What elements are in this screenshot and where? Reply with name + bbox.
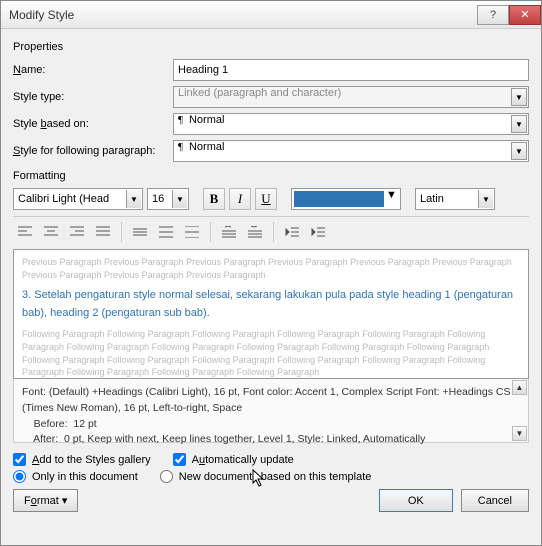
format-button[interactable]: Format ▾ [13, 489, 78, 512]
chevron-down-icon[interactable]: ▼ [126, 190, 141, 208]
indent-dec-icon[interactable] [280, 221, 304, 243]
font-size-combo[interactable]: ▼ [147, 188, 189, 210]
new-template-radio[interactable] [160, 470, 173, 483]
preview-previous-text: Previous Paragraph Previous Paragraph Pr… [22, 256, 520, 281]
name-label: Name: [13, 64, 173, 76]
align-right-icon[interactable] [65, 221, 89, 243]
only-document-radio[interactable] [13, 470, 26, 483]
name-input[interactable] [173, 59, 529, 81]
following-label: Style for following paragraph: [13, 145, 173, 157]
ok-button[interactable]: OK [379, 489, 453, 512]
chevron-down-icon[interactable]: ▼ [511, 115, 527, 133]
titlebar[interactable]: Modify Style ? ✕ [1, 1, 541, 29]
window-title: Modify Style [9, 8, 477, 22]
align-justify-icon[interactable] [91, 221, 115, 243]
script-combo[interactable]: ▼ [415, 188, 495, 210]
preview-sample-text: 3. Setelah pengaturan style normal seles… [22, 287, 520, 322]
spacing-15-icon[interactable] [154, 221, 178, 243]
add-gallery-label[interactable]: Add to the Styles gallery [32, 454, 151, 466]
font-name-combo[interactable]: ▼ [13, 188, 143, 210]
auto-update-label[interactable]: Automatically update [192, 454, 294, 466]
bold-button[interactable]: B [203, 188, 225, 210]
based-on-label: Style based on: [13, 118, 173, 130]
add-gallery-checkbox[interactable] [13, 453, 26, 466]
align-center-icon[interactable] [39, 221, 63, 243]
formatting-label: Formatting [13, 170, 529, 182]
preview-following-text: Following Paragraph Following Paragraph … [22, 328, 520, 378]
spacing-2-icon[interactable] [180, 221, 204, 243]
chevron-down-icon: ▼ [511, 88, 527, 106]
style-type-select: Linked (paragraph and character) [173, 86, 529, 108]
spacing-1-icon[interactable] [128, 221, 152, 243]
style-type-label: Style type: [13, 91, 173, 103]
description-scrollbar[interactable]: ▲▼ [512, 380, 527, 441]
auto-update-checkbox[interactable] [173, 453, 186, 466]
space-before-dec-icon[interactable] [243, 221, 267, 243]
chevron-down-icon[interactable]: ▼ [172, 190, 187, 208]
new-template-label[interactable]: New documents based on this template [179, 471, 372, 483]
space-before-inc-icon[interactable] [217, 221, 241, 243]
properties-label: Properties [13, 41, 529, 53]
indent-inc-icon[interactable] [306, 221, 330, 243]
only-document-label[interactable]: Only in this document [32, 471, 138, 483]
cancel-button[interactable]: Cancel [461, 489, 529, 512]
underline-button[interactable]: U [255, 188, 277, 210]
italic-button[interactable]: I [229, 188, 251, 210]
align-left-icon[interactable] [13, 221, 37, 243]
color-swatch [294, 191, 384, 207]
font-color-button[interactable]: ▼ [291, 188, 401, 210]
description-pane: Font: (Default) +Headings (Calibri Light… [13, 379, 529, 443]
close-button[interactable]: ✕ [509, 5, 541, 25]
chevron-down-icon[interactable]: ▼ [386, 189, 397, 209]
modify-style-dialog: Modify Style ? ✕ Properties Name: Style … [0, 0, 542, 546]
based-on-select[interactable]: ¶Normal [173, 113, 529, 135]
chevron-down-icon[interactable]: ▼ [511, 142, 527, 160]
help-button[interactable]: ? [477, 5, 509, 25]
preview-pane: Previous Paragraph Previous Paragraph Pr… [13, 249, 529, 379]
chevron-down-icon[interactable]: ▼ [478, 190, 493, 208]
following-select[interactable]: ¶Normal [173, 140, 529, 162]
